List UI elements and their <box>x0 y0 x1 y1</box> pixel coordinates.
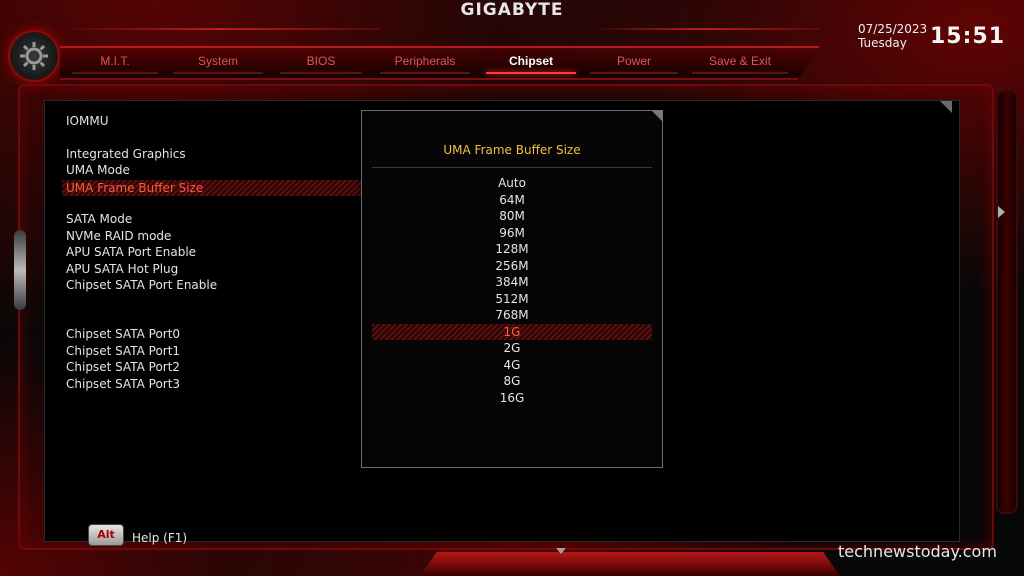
header-accent-left <box>60 28 380 30</box>
option-item[interactable]: 8G <box>372 373 652 389</box>
option-item[interactable]: 4G <box>372 357 652 373</box>
tab-underline <box>72 72 158 74</box>
tab-peripherals[interactable]: Peripherals <box>380 54 470 74</box>
option-item[interactable]: 128M <box>372 241 652 257</box>
tab-label: Save & Exit <box>708 54 772 68</box>
tab-save-exit[interactable]: Save & Exit <box>692 54 788 74</box>
brand-title: GIGABYTE <box>460 0 564 20</box>
tab-underline <box>590 72 678 74</box>
tab-label: M.I.T. <box>100 54 130 68</box>
chevron-down-icon[interactable] <box>556 548 566 554</box>
option-item[interactable]: 1G <box>372 323 652 340</box>
option-item[interactable]: 256M <box>372 258 652 274</box>
option-item[interactable]: 512M <box>372 291 652 307</box>
header-accent-right <box>590 28 820 30</box>
help-label[interactable]: Help (F1) <box>132 531 187 545</box>
tab-chipset[interactable]: Chipset <box>486 54 576 74</box>
tab-underline <box>486 72 576 74</box>
bottom-accent <box>420 552 840 576</box>
setting-item[interactable]: Chipset SATA Port2 <box>66 360 180 374</box>
tab-m-i-t[interactable]: M.I.T. <box>72 54 158 74</box>
option-item[interactable]: 768M <box>372 307 652 323</box>
tab-label: Chipset <box>508 54 553 68</box>
popup-corner-icon <box>651 110 663 122</box>
option-item[interactable]: 384M <box>372 274 652 290</box>
tab-system[interactable]: System <box>173 54 263 74</box>
option-item[interactable]: 64M <box>372 192 652 208</box>
setting-item[interactable]: Chipset SATA Port3 <box>66 377 180 391</box>
gear-icon[interactable] <box>8 30 60 82</box>
tab-label: System <box>197 54 238 68</box>
panel-corner-icon <box>940 101 952 113</box>
left-rail <box>14 230 26 310</box>
tab-bios[interactable]: BIOS <box>280 54 362 74</box>
option-item[interactable]: Auto <box>372 175 652 191</box>
setting-item[interactable]: APU SATA Port Enable <box>66 245 196 259</box>
tab-underline <box>173 72 263 74</box>
day-text: Tuesday <box>858 36 907 50</box>
tab-underline <box>280 72 362 74</box>
date-text: 07/25/2023 <box>858 22 928 36</box>
setting-item[interactable]: NVMe RAID mode <box>66 229 171 243</box>
setting-item[interactable]: SATA Mode <box>66 212 132 226</box>
header-bar: GIGABYTE M.I.T. System BIOS Peripherals Chip… <box>0 0 1024 82</box>
option-item[interactable]: 96M <box>372 225 652 241</box>
clock-display: 15:51 <box>930 24 1006 49</box>
tab-power[interactable]: Power <box>590 54 678 74</box>
option-item[interactable]: 80M <box>372 208 652 224</box>
option-item[interactable]: 2G <box>372 340 652 356</box>
setting-item[interactable]: UMA Mode <box>66 163 130 177</box>
setting-item[interactable]: Chipset SATA Port0 <box>66 327 180 341</box>
tab-label: Power <box>616 54 651 68</box>
option-item[interactable]: 16G <box>372 390 652 406</box>
alt-key-button[interactable]: Alt <box>88 524 124 546</box>
side-rail <box>996 90 1018 514</box>
setting-item[interactable]: Chipset SATA Port Enable <box>66 278 217 292</box>
tab-underline <box>692 72 788 74</box>
option-popup: UMA Frame Buffer Size Auto 64M 80M 96M 128M 2… <box>361 110 663 468</box>
watermark: technewstoday.com <box>838 542 997 561</box>
tab-underline <box>380 72 470 74</box>
setting-item[interactable]: UMA Frame Buffer Size <box>62 180 362 196</box>
setting-item[interactable]: IOMMU <box>66 114 108 128</box>
chevron-right-icon[interactable] <box>998 206 1005 218</box>
date-display: 07/25/2023 Tuesday <box>858 22 927 50</box>
tab-label: BIOS <box>306 54 336 68</box>
setting-item[interactable]: Chipset SATA Port1 <box>66 344 180 358</box>
popup-divider <box>372 167 652 168</box>
setting-item[interactable]: Integrated Graphics <box>66 147 186 161</box>
popup-title: UMA Frame Buffer Size <box>443 143 581 157</box>
tab-label: Peripherals <box>394 54 456 68</box>
setting-item[interactable]: APU SATA Hot Plug <box>66 262 178 276</box>
